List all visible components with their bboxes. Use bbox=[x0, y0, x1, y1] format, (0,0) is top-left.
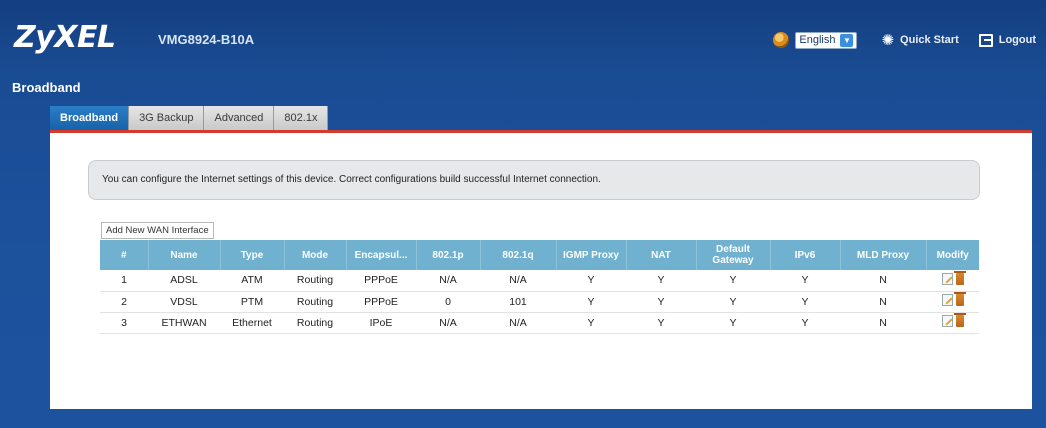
cell-modify bbox=[926, 291, 979, 313]
col-header-name: Name bbox=[147, 240, 220, 270]
tab-advanced[interactable]: Advanced bbox=[204, 106, 275, 130]
col-header-type: Type bbox=[219, 240, 284, 270]
cell-802-1q: N/A bbox=[480, 312, 556, 334]
logout-link[interactable]: Logout bbox=[999, 34, 1036, 46]
cell-default-gateway: Y bbox=[696, 270, 770, 292]
cell-802-1q: 101 bbox=[480, 291, 556, 313]
col-header-modify: Modify bbox=[925, 240, 979, 270]
cell-mode: Routing bbox=[284, 291, 346, 313]
cell-mode: Routing bbox=[284, 270, 346, 292]
language-select[interactable]: English ▼ bbox=[795, 31, 858, 49]
edit-icon[interactable] bbox=[941, 294, 953, 306]
cell-nat: Y bbox=[626, 312, 696, 334]
cell-802-1p: N/A bbox=[416, 312, 480, 334]
cell-name: VDSL bbox=[148, 291, 220, 313]
cell-nat: Y bbox=[626, 291, 696, 313]
cell-nat: Y bbox=[626, 270, 696, 292]
tab-broadband[interactable]: Broadband bbox=[50, 106, 130, 130]
table-header-row: # Name Type Mode Encapsul... 802.1p 802.… bbox=[100, 240, 979, 270]
col-header-default-gateway: Default Gateway bbox=[695, 240, 770, 270]
cell-modify bbox=[926, 312, 979, 334]
cell-name: ETHWAN bbox=[148, 312, 220, 334]
page-title: Broadband bbox=[12, 80, 81, 95]
col-header-nat: NAT bbox=[625, 240, 696, 270]
cell-802-1p: N/A bbox=[416, 270, 480, 292]
content-panel: You can configure the Internet settings … bbox=[50, 133, 1032, 409]
quick-start-link[interactable]: Quick Start bbox=[900, 34, 959, 46]
cell-type: Ethernet bbox=[220, 312, 284, 334]
cell-default-gateway: Y bbox=[696, 291, 770, 313]
delete-icon[interactable] bbox=[953, 313, 966, 327]
cell-name: ADSL bbox=[148, 270, 220, 292]
cell-modify bbox=[926, 270, 979, 292]
cell-index: 2 bbox=[100, 291, 148, 313]
cell-ipv6: Y bbox=[770, 291, 840, 313]
cell-type: PTM bbox=[220, 291, 284, 313]
cell-802-1p: 0 bbox=[416, 291, 480, 313]
device-model: VMG8924-B10A bbox=[158, 32, 255, 47]
cell-encapsulation: IPoE bbox=[346, 312, 416, 334]
globe-icon bbox=[773, 32, 790, 48]
zyxel-logo: ZyXEL bbox=[14, 20, 116, 55]
cell-igmp-proxy: Y bbox=[556, 270, 626, 292]
col-header-802-1q: 802.1q bbox=[479, 240, 556, 270]
language-value: English bbox=[799, 34, 836, 46]
cell-ipv6: Y bbox=[770, 312, 840, 334]
logout-icon[interactable] bbox=[978, 33, 993, 47]
header-actions: English ▼ ✺ Quick Start Logout bbox=[773, 31, 1036, 49]
tab-802-1x[interactable]: 802.1x bbox=[274, 106, 329, 130]
cell-ipv6: Y bbox=[770, 270, 840, 292]
cell-igmp-proxy: Y bbox=[556, 291, 626, 313]
delete-icon[interactable] bbox=[953, 270, 966, 285]
tab-3g-backup[interactable]: 3G Backup bbox=[129, 106, 205, 130]
edit-icon[interactable] bbox=[941, 315, 953, 327]
delete-icon[interactable] bbox=[953, 292, 966, 306]
top-header: ZyXEL VMG8924-B10A English ▼ ✺ Quick Sta… bbox=[0, 0, 1046, 78]
chevron-down-icon: ▼ bbox=[840, 33, 854, 47]
table-row: 3 ETHWAN Ethernet Routing IPoE N/A N/A Y… bbox=[100, 312, 979, 334]
col-header-802-1p: 802.1p bbox=[415, 240, 480, 270]
edit-icon[interactable] bbox=[941, 272, 953, 285]
cell-type: ATM bbox=[220, 270, 284, 292]
cell-802-1q: N/A bbox=[480, 270, 556, 292]
cell-mld-proxy: N bbox=[840, 312, 926, 334]
tab-bar: Broadband 3G Backup Advanced 802.1x bbox=[50, 106, 329, 130]
cell-default-gateway: Y bbox=[696, 312, 770, 334]
col-header-mode: Mode bbox=[283, 240, 346, 270]
col-header-encapsulation: Encapsul... bbox=[345, 240, 416, 270]
cell-index: 3 bbox=[100, 312, 148, 334]
cell-mode: Routing bbox=[284, 312, 346, 334]
col-header-igmp-proxy: IGMP Proxy bbox=[555, 240, 626, 270]
cell-igmp-proxy: Y bbox=[556, 312, 626, 334]
add-wan-interface-button[interactable]: Add New WAN Interface bbox=[101, 222, 214, 239]
table-row: 1 ADSL ATM Routing PPPoE N/A N/A Y Y Y Y… bbox=[100, 270, 979, 292]
wan-interface-table: # Name Type Mode Encapsul... 802.1p 802.… bbox=[100, 240, 979, 334]
table-row: 2 VDSL PTM Routing PPPoE 0 101 Y Y Y Y N bbox=[100, 291, 979, 313]
cell-encapsulation: PPPoE bbox=[346, 291, 416, 313]
cell-index: 1 bbox=[100, 270, 148, 292]
col-header-mld-proxy: MLD Proxy bbox=[839, 240, 926, 270]
col-header-ipv6: IPv6 bbox=[769, 240, 840, 270]
cell-mld-proxy: N bbox=[840, 291, 926, 313]
cell-mld-proxy: N bbox=[840, 270, 926, 292]
info-message: You can configure the Internet settings … bbox=[88, 160, 980, 200]
cell-encapsulation: PPPoE bbox=[346, 270, 416, 292]
col-header-index: # bbox=[100, 240, 148, 270]
footer-strip bbox=[0, 409, 1046, 428]
quick-start-icon[interactable]: ✺ bbox=[881, 31, 894, 49]
